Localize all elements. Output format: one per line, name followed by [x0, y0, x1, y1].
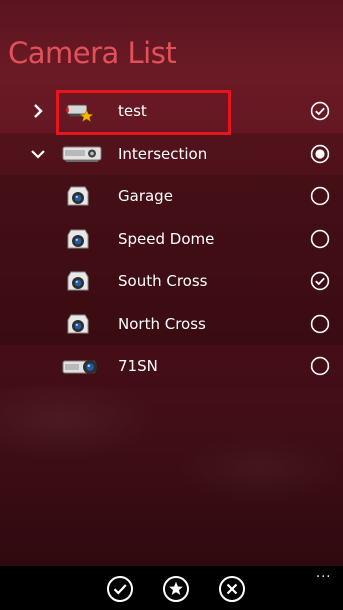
camera-icon	[66, 312, 90, 336]
camera-icon	[66, 184, 90, 208]
list-item-speed-dome[interactable]: Speed Dome	[0, 217, 343, 260]
list-item-south-cross[interactable]: South Cross	[0, 260, 343, 303]
list-item-label: 71SN	[118, 357, 158, 376]
dvr-icon	[62, 143, 102, 165]
more-options-button[interactable]: ...	[316, 566, 331, 581]
unchecked-icon[interactable]	[310, 229, 330, 249]
list-item-test[interactable]: test	[0, 90, 343, 133]
chevron-right-icon[interactable]	[30, 103, 46, 119]
page-title: Camera List	[8, 36, 177, 70]
checked-icon[interactable]	[310, 101, 330, 121]
dvr-camera-icon	[62, 355, 102, 377]
close-icon[interactable]	[218, 575, 246, 603]
radio-selected-icon[interactable]	[310, 144, 330, 164]
chevron-down-icon[interactable]	[30, 146, 46, 162]
unchecked-icon[interactable]	[310, 314, 330, 334]
list-item-north-cross[interactable]: North Cross	[0, 302, 343, 345]
list-item-label: South Cross	[118, 272, 208, 291]
list-item-label: test	[118, 102, 147, 121]
list-item-garage[interactable]: Garage	[0, 175, 343, 218]
screen: Camera List test Intersection Garage Spe…	[0, 0, 343, 610]
star-icon[interactable]	[162, 575, 190, 603]
list-item-label: Speed Dome	[118, 229, 215, 248]
check-icon[interactable]	[106, 575, 134, 603]
unchecked-icon[interactable]	[310, 356, 330, 376]
unchecked-icon[interactable]	[310, 186, 330, 206]
list-item-intersection[interactable]: Intersection	[0, 132, 343, 175]
checked-icon[interactable]	[310, 271, 330, 291]
favorite-dvr-icon	[66, 99, 94, 123]
camera-icon	[66, 227, 90, 251]
list-item-label: Garage	[118, 187, 173, 206]
camera-list: test Intersection Garage Speed Dome Sout…	[0, 90, 343, 388]
camera-icon	[66, 269, 90, 293]
list-item-71sn[interactable]: 71SN	[0, 345, 343, 388]
app-bar	[0, 566, 343, 610]
list-item-label: North Cross	[118, 314, 206, 333]
list-item-label: Intersection	[118, 144, 208, 163]
